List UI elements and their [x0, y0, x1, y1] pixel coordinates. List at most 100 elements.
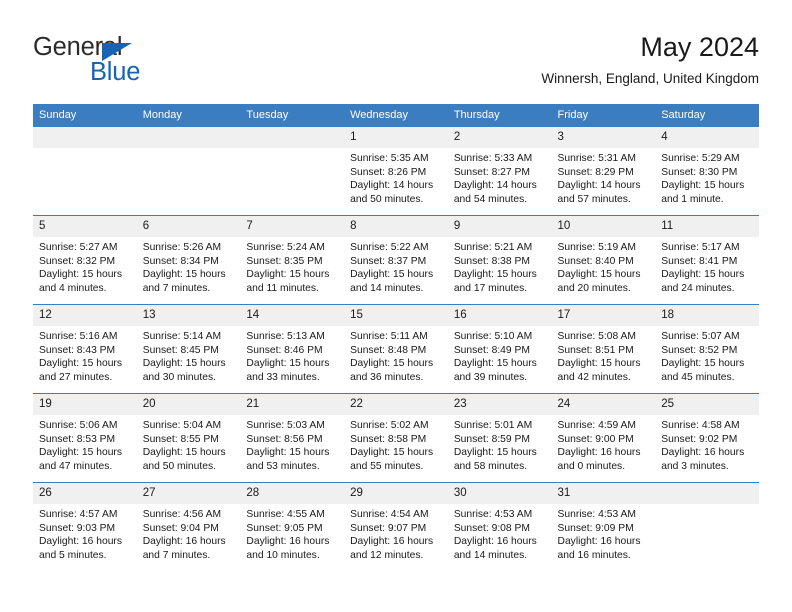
- day-cell[interactable]: 17 Sunrise: 5:08 AM Sunset: 8:51 PM Dayligh…: [551, 304, 656, 394]
- day-cell[interactable]: 21 Sunrise: 5:03 AM Sunset: 8:56 PM Dayligh…: [240, 393, 345, 483]
- day-cell[interactable]: 25 Sunrise: 4:58 AM Sunset: 9:02 PM Dayligh…: [655, 393, 759, 483]
- day-cell[interactable]: 15 Sunrise: 5:11 AM Sunset: 8:48 PM Dayligh…: [344, 304, 448, 394]
- sunrise-text: Sunrise: 4:53 AM: [453, 509, 533, 520]
- day-details: Sunrise: 5:21 AM Sunset: 8:38 PM Daylight:…: [448, 237, 552, 295]
- day-cell[interactable]: 8 Sunrise: 5:22 AM Sunset: 8:37 PM Daylight…: [344, 215, 448, 305]
- sunset-text: Sunset: 9:03 PM: [39, 522, 116, 534]
- daylight-text: Daylight: 15 hours and 55 minutes.: [350, 447, 434, 472]
- calendar-page: General Blue May 2024 Winnersh, England,…: [0, 0, 792, 612]
- sunset-text: Sunset: 8:37 PM: [350, 255, 427, 267]
- day-cell[interactable]: 1 Sunrise: 5:35 AM Sunset: 8:26 PM Daylight…: [344, 126, 448, 216]
- daylight-text: Daylight: 15 hours and 20 minutes.: [557, 269, 641, 294]
- weekday-header-wednesday: Wednesday: [344, 104, 448, 127]
- sunrise-text: Sunrise: 5:04 AM: [142, 420, 222, 431]
- daylight-text: Daylight: 15 hours and 7 minutes.: [142, 269, 226, 294]
- day-details: Sunrise: 5:03 AM Sunset: 8:56 PM Daylight:…: [240, 415, 344, 473]
- daylight-text: Daylight: 16 hours and 14 minutes.: [453, 536, 537, 561]
- day-number: 29: [344, 483, 448, 504]
- day-cell[interactable]: 30 Sunrise: 4:53 AM Sunset: 9:08 PM Dayligh…: [447, 482, 552, 571]
- day-details: Sunrise: 5:22 AM Sunset: 8:37 PM Daylight:…: [344, 237, 448, 295]
- day-cell[interactable]: 22 Sunrise: 5:02 AM Sunset: 8:58 PM Dayligh…: [344, 393, 448, 483]
- day-number: 26: [33, 483, 137, 504]
- sunrise-text: Sunrise: 5:27 AM: [39, 242, 118, 253]
- sunrise-text: Sunrise: 5:17 AM: [661, 242, 740, 253]
- sunrise-text: Sunrise: 5:19 AM: [557, 242, 636, 253]
- sunrise-text: Sunrise: 5:24 AM: [246, 242, 325, 253]
- day-details: Sunrise: 4:58 AM Sunset: 9:02 PM Daylight:…: [655, 415, 759, 473]
- day-details: Sunrise: 4:59 AM Sunset: 9:00 PM Daylight:…: [552, 415, 656, 473]
- day-details: Sunrise: 5:08 AM Sunset: 8:51 PM Daylight:…: [552, 326, 656, 384]
- day-cell[interactable]: 20 Sunrise: 5:04 AM Sunset: 8:55 PM Dayligh…: [136, 393, 241, 483]
- day-cell[interactable]: 11 Sunrise: 5:17 AM Sunset: 8:41 PM Dayligh…: [655, 215, 759, 305]
- day-number: 14: [240, 305, 345, 326]
- day-details: Sunrise: 5:01 AM Sunset: 8:59 PM Daylight:…: [448, 415, 552, 473]
- day-cell[interactable]: 7 Sunrise: 5:24 AM Sunset: 8:35 PM Daylight…: [240, 215, 345, 305]
- daylight-text: Daylight: 15 hours and 27 minutes.: [39, 358, 122, 383]
- day-cell[interactable]: 19 Sunrise: 5:06 AM Sunset: 8:53 PM Dayligh…: [33, 393, 137, 483]
- day-cell[interactable]: 31 Sunrise: 4:53 AM Sunset: 9:09 PM Dayligh…: [551, 482, 656, 571]
- brand-logo[interactable]: General Blue: [33, 32, 233, 88]
- day-details: Sunrise: 5:17 AM Sunset: 8:41 PM Daylight:…: [655, 237, 759, 295]
- sunrise-text: Sunrise: 5:33 AM: [453, 153, 533, 164]
- day-cell[interactable]: 23 Sunrise: 5:01 AM Sunset: 8:59 PM Dayligh…: [447, 393, 552, 483]
- day-cell[interactable]: 12 Sunrise: 5:16 AM Sunset: 8:43 PM Dayligh…: [33, 304, 137, 394]
- day-number: 1: [344, 127, 448, 148]
- sunset-text: Sunset: 8:43 PM: [39, 344, 116, 356]
- day-cell[interactable]: 29 Sunrise: 4:54 AM Sunset: 9:07 PM Dayligh…: [344, 482, 448, 571]
- calendar-header-row: Sunday Monday Tuesday Wednesday Thursday…: [33, 104, 759, 127]
- day-details: Sunrise: 5:16 AM Sunset: 8:43 PM Daylight:…: [33, 326, 137, 384]
- sunset-text: Sunset: 8:38 PM: [453, 255, 530, 267]
- sunset-text: Sunset: 8:40 PM: [557, 255, 634, 267]
- day-cell[interactable]: 4 Sunrise: 5:29 AM Sunset: 8:30 PM Daylight…: [655, 126, 759, 216]
- day-cell[interactable]: 28 Sunrise: 4:55 AM Sunset: 9:05 PM Dayligh…: [240, 482, 345, 571]
- calendar-week-row: 19 Sunrise: 5:06 AM Sunset: 8:53 PM Dayligh…: [33, 393, 759, 483]
- day-cell[interactable]: 6 Sunrise: 5:26 AM Sunset: 8:34 PM Daylight…: [136, 215, 241, 305]
- sunset-text: Sunset: 8:26 PM: [350, 166, 427, 178]
- sunrise-text: Sunrise: 5:26 AM: [142, 242, 222, 253]
- day-details: Sunrise: 4:57 AM Sunset: 9:03 PM Daylight:…: [33, 504, 137, 562]
- day-cell[interactable]: 14 Sunrise: 5:13 AM Sunset: 8:46 PM Dayligh…: [240, 304, 345, 394]
- day-number: 10: [551, 216, 656, 237]
- sunset-text: Sunset: 8:51 PM: [557, 344, 634, 356]
- day-number: 19: [33, 394, 137, 415]
- day-details: Sunrise: 5:06 AM Sunset: 8:53 PM Daylight:…: [33, 415, 137, 473]
- day-details: Sunrise: 5:07 AM Sunset: 8:52 PM Daylight:…: [655, 326, 759, 384]
- weekday-header-thursday: Thursday: [447, 104, 552, 127]
- day-cell[interactable]: 18 Sunrise: 5:07 AM Sunset: 8:52 PM Dayligh…: [655, 304, 759, 394]
- day-number: [136, 127, 241, 148]
- daylight-text: Daylight: 15 hours and 33 minutes.: [246, 358, 330, 383]
- sunset-text: Sunset: 8:45 PM: [142, 344, 219, 356]
- day-cell[interactable]: 26 Sunrise: 4:57 AM Sunset: 9:03 PM Dayligh…: [33, 482, 137, 571]
- day-cell[interactable]: 27 Sunrise: 4:56 AM Sunset: 9:04 PM Dayligh…: [136, 482, 241, 571]
- day-number: 11: [655, 216, 759, 237]
- day-number: 20: [136, 394, 241, 415]
- day-cell[interactable]: 5 Sunrise: 5:27 AM Sunset: 8:32 PM Daylight…: [33, 215, 137, 305]
- day-number: 15: [344, 305, 448, 326]
- sunrise-text: Sunrise: 4:57 AM: [39, 509, 118, 520]
- sunrise-text: Sunrise: 5:21 AM: [453, 242, 533, 253]
- day-details: Sunrise: 5:02 AM Sunset: 8:58 PM Daylight:…: [344, 415, 448, 473]
- weekday-header-sunday: Sunday: [33, 104, 137, 127]
- day-cell[interactable]: 24 Sunrise: 4:59 AM Sunset: 9:00 PM Dayligh…: [551, 393, 656, 483]
- sunset-text: Sunset: 9:02 PM: [661, 433, 738, 445]
- day-details: Sunrise: 4:55 AM Sunset: 9:05 PM Daylight:…: [240, 504, 344, 562]
- day-cell[interactable]: 9 Sunrise: 5:21 AM Sunset: 8:38 PM Daylight…: [447, 215, 552, 305]
- day-cell[interactable]: 3 Sunrise: 5:31 AM Sunset: 8:29 PM Daylight…: [551, 126, 656, 216]
- sunrise-text: Sunrise: 5:02 AM: [350, 420, 429, 431]
- day-cell[interactable]: 10 Sunrise: 5:19 AM Sunset: 8:40 PM Dayligh…: [551, 215, 656, 305]
- day-number: 22: [344, 394, 448, 415]
- day-details: Sunrise: 4:53 AM Sunset: 9:08 PM Daylight:…: [448, 504, 552, 562]
- sunset-text: Sunset: 8:53 PM: [39, 433, 116, 445]
- day-details: Sunrise: 5:33 AM Sunset: 8:27 PM Daylight:…: [448, 148, 552, 206]
- daylight-text: Daylight: 15 hours and 11 minutes.: [246, 269, 330, 294]
- daylight-text: Daylight: 15 hours and 39 minutes.: [453, 358, 537, 383]
- daylight-text: Daylight: 14 hours and 54 minutes.: [453, 180, 537, 205]
- day-number: 28: [240, 483, 345, 504]
- page-title: May 2024: [640, 32, 759, 62]
- day-details: Sunrise: 5:35 AM Sunset: 8:26 PM Daylight:…: [344, 148, 448, 206]
- day-cell[interactable]: 13 Sunrise: 5:14 AM Sunset: 8:45 PM Dayligh…: [136, 304, 241, 394]
- day-cell[interactable]: 2 Sunrise: 5:33 AM Sunset: 8:27 PM Daylight…: [447, 126, 552, 216]
- day-details: Sunrise: 5:31 AM Sunset: 8:29 PM Daylight:…: [552, 148, 656, 206]
- day-cell[interactable]: 16 Sunrise: 5:10 AM Sunset: 8:49 PM Dayligh…: [447, 304, 552, 394]
- daylight-text: Daylight: 15 hours and 50 minutes.: [142, 447, 226, 472]
